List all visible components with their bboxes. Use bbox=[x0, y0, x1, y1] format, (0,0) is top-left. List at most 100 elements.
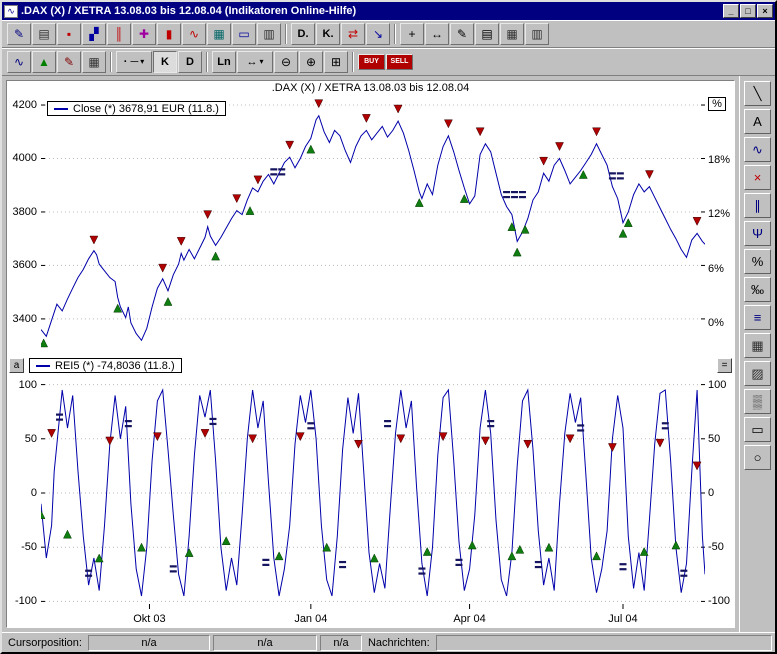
sell-signal-marker bbox=[556, 142, 564, 150]
cursor-value-field: n/a bbox=[320, 635, 362, 651]
chart-compare-icon[interactable]: ▞ bbox=[82, 23, 106, 45]
new-chart-icon[interactable]: ✎ bbox=[7, 23, 31, 45]
toolbar-separator bbox=[206, 52, 208, 72]
log-scale-toggle-glyph: Ln bbox=[217, 56, 230, 68]
chart-window-icon[interactable]: ▭ bbox=[232, 23, 256, 45]
rei5-chart-svg[interactable] bbox=[41, 377, 705, 609]
toolbar-main: ✎▤▪▞║✚▮∿▦▭▥D.K.⇄↘+↔✎▤▦▥ bbox=[2, 20, 775, 48]
rei5-axis-tick-label: 0 bbox=[7, 487, 37, 499]
sell-signal-marker bbox=[354, 440, 362, 448]
buy-signal-marker bbox=[41, 339, 48, 347]
sell-signal-marker bbox=[254, 176, 262, 184]
draw-pencil-icon[interactable]: ✎ bbox=[450, 23, 474, 45]
cursor-x-field: n/a bbox=[88, 635, 210, 651]
signal-markers-icon[interactable]: ▲ bbox=[32, 51, 56, 73]
pointer-mode-dropdown-glyph: ↔ bbox=[246, 56, 257, 68]
zoom-out-icon[interactable]: ⊖ bbox=[274, 51, 298, 73]
permille-tool[interactable]: ‰ bbox=[744, 277, 771, 302]
notes-icon[interactable]: ▤ bbox=[475, 23, 499, 45]
price-axis-tick-label: 3800 bbox=[7, 206, 37, 218]
layout-icon[interactable]: ▦ bbox=[500, 23, 524, 45]
signal-arrows-icon[interactable]: ⇄ bbox=[341, 23, 365, 45]
indicator-a-button[interactable]: a bbox=[9, 358, 24, 373]
sell-signal-marker bbox=[296, 433, 304, 441]
buy-marker-button[interactable]: BUY bbox=[358, 54, 385, 70]
shade-tool[interactable]: ▒ bbox=[744, 389, 771, 414]
rei5-line-sample-icon bbox=[36, 365, 50, 367]
edit-indicator-icon[interactable]: ✎ bbox=[57, 51, 81, 73]
period-day-button[interactable]: D. bbox=[291, 23, 315, 45]
text-tool-glyph: A bbox=[753, 114, 762, 129]
chart-export-icon[interactable]: ↘ bbox=[366, 23, 390, 45]
sell-signal-marker bbox=[566, 435, 574, 443]
rei5-legend[interactable]: REI5 (*) -74,8036 (11.8.) bbox=[29, 358, 182, 373]
indicator-list-icon[interactable]: ∿ bbox=[7, 51, 31, 73]
sell-marker-button[interactable]: SELL bbox=[386, 54, 413, 70]
price-chart-svg[interactable] bbox=[41, 97, 705, 355]
price-legend-text: Close (*) 3678,91 EUR (11.8.) bbox=[73, 103, 219, 115]
pitchfork-tool[interactable]: Ψ bbox=[744, 221, 771, 246]
delete-drawing-tool[interactable]: × bbox=[744, 165, 771, 190]
candle-chart-icon[interactable]: ║ bbox=[107, 23, 131, 45]
channel-tool[interactable]: ∥ bbox=[744, 193, 771, 218]
close-button[interactable]: × bbox=[757, 4, 773, 18]
chart-window-icon-glyph: ▭ bbox=[238, 27, 249, 41]
status-bar: Cursorposition: n/a n/a n/a Nachrichten: bbox=[2, 632, 775, 652]
window-title: .DAX (X) / XETRA 13.08.03 bis 12.08.04 (… bbox=[21, 5, 720, 17]
sell-signal-marker bbox=[286, 141, 294, 149]
signal-markers-icon-glyph: ▲ bbox=[38, 55, 50, 69]
log-scale-toggle[interactable]: Ln bbox=[212, 51, 236, 73]
gap-marker bbox=[619, 563, 626, 570]
price-line-sample-icon bbox=[54, 108, 68, 110]
cursor-position-label: Cursorposition: bbox=[5, 637, 85, 649]
pointer-move-icon[interactable]: ↔ bbox=[425, 23, 449, 45]
indicator-eq-button[interactable]: = bbox=[717, 358, 732, 373]
candle-view-toggle[interactable]: K bbox=[153, 51, 177, 73]
zoom-range-icon[interactable]: ⊞ bbox=[324, 51, 348, 73]
percent-axis-header: % bbox=[708, 97, 726, 111]
portfolio-icon[interactable]: ▪ bbox=[57, 23, 81, 45]
chart-area[interactable]: .DAX (X) / XETRA 13.08.03 bis 12.08.04 C… bbox=[6, 80, 735, 628]
line-chart-icon[interactable]: ∿ bbox=[182, 23, 206, 45]
bar-view-toggle[interactable]: D bbox=[178, 51, 202, 73]
fibonacci-tool[interactable]: ≡ bbox=[744, 305, 771, 330]
zoom-in-icon[interactable]: ⊕ bbox=[299, 51, 323, 73]
rectangle-tool[interactable]: ▭ bbox=[744, 417, 771, 442]
maximize-button[interactable]: □ bbox=[740, 4, 756, 18]
copy-chart-icon[interactable]: ▤ bbox=[32, 23, 56, 45]
freehand-tool[interactable]: ∿ bbox=[744, 137, 771, 162]
zoom-range-icon-glyph: ⊞ bbox=[331, 55, 341, 69]
ellipse-tool[interactable]: ○ bbox=[744, 445, 771, 470]
buy-signal-marker bbox=[513, 248, 521, 256]
print-icon[interactable]: ▥ bbox=[257, 23, 281, 45]
line-style-dropdown[interactable]: · ─▾ bbox=[116, 51, 152, 73]
bar-chart-icon[interactable]: ▮ bbox=[157, 23, 181, 45]
gap-marker bbox=[617, 172, 624, 179]
gap-marker bbox=[511, 191, 518, 198]
percent-tool[interactable]: % bbox=[744, 249, 771, 274]
zoom-out-icon-glyph: ⊖ bbox=[281, 55, 291, 69]
pointer-mode-dropdown[interactable]: ↔▾ bbox=[237, 51, 273, 73]
tile-windows-icon[interactable]: ▥ bbox=[525, 23, 549, 45]
hatch-tool[interactable]: ▨ bbox=[744, 361, 771, 386]
close-line bbox=[41, 116, 705, 341]
indicator-list-icon-glyph: ∿ bbox=[14, 55, 24, 69]
gap-marker bbox=[339, 561, 346, 568]
period-candle-button[interactable]: K. bbox=[316, 23, 340, 45]
grid-tool[interactable]: ▦ bbox=[744, 333, 771, 358]
text-tool[interactable]: A bbox=[744, 109, 771, 134]
chart-export-icon-glyph: ↘ bbox=[373, 27, 383, 41]
chart-settings-icon[interactable]: ▦ bbox=[82, 51, 106, 73]
price-axis-tick-label: 3600 bbox=[7, 259, 37, 271]
gap-marker bbox=[487, 420, 494, 427]
new-chart-icon-glyph: ✎ bbox=[14, 27, 24, 41]
quote-table-icon[interactable]: ▦ bbox=[207, 23, 231, 45]
trendline-tool[interactable]: ╲ bbox=[744, 81, 771, 106]
crosshair-icon[interactable]: + bbox=[400, 23, 424, 45]
pin-chart-icon[interactable]: ✚ bbox=[132, 23, 156, 45]
price-legend[interactable]: Close (*) 3678,91 EUR (11.8.) bbox=[47, 101, 226, 116]
buy-signal-marker bbox=[164, 298, 172, 306]
minimize-button[interactable]: _ bbox=[723, 4, 739, 18]
bar-view-toggle-glyph: D bbox=[186, 56, 194, 68]
buy-signal-marker bbox=[672, 541, 680, 549]
